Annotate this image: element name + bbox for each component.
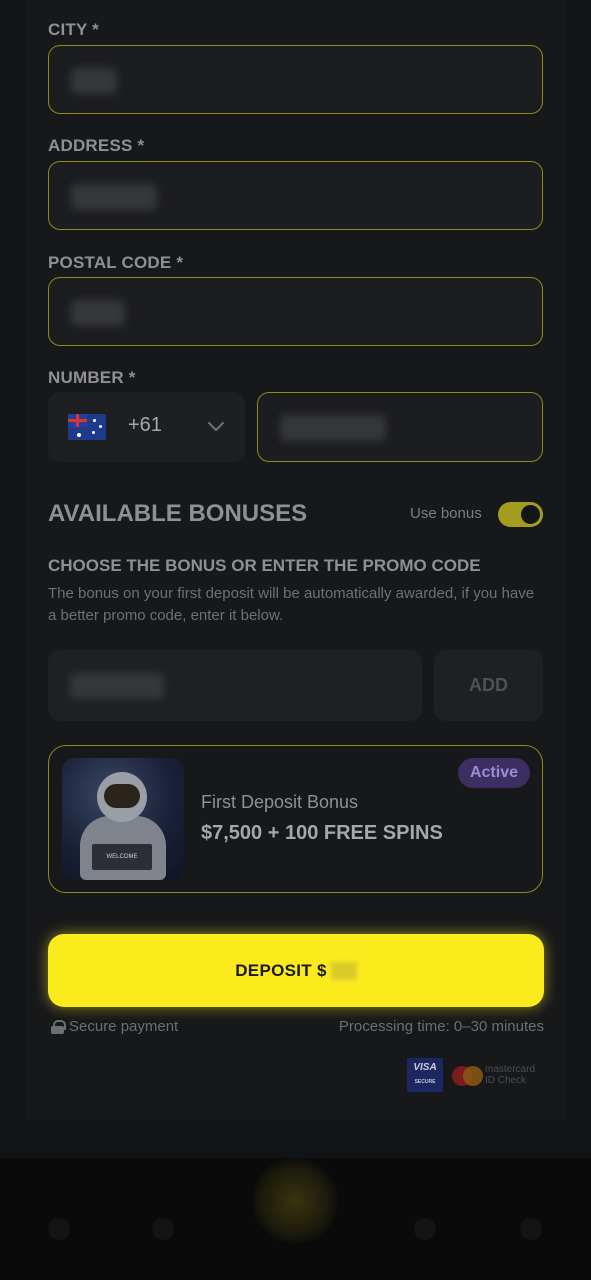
bonus-name: First Deposit Bonus	[201, 792, 359, 812]
deposit-amount-blurred	[330, 961, 357, 980]
city-value-blurred	[71, 68, 117, 94]
postal-code-input[interactable]	[48, 277, 543, 346]
use-bonus-toggle[interactable]	[498, 502, 543, 527]
city-label: CITY *	[48, 20, 99, 39]
use-bonus-label: Use bonus	[410, 505, 482, 522]
lock-icon	[51, 1019, 66, 1034]
toggle-knob	[521, 505, 540, 524]
bonus-image-sign: WELCOME	[92, 844, 152, 870]
australia-flag-icon	[68, 414, 106, 440]
add-promo-button[interactable]: ADD	[434, 650, 543, 721]
mastercard-id-check-text: mastercard ID Check	[485, 1064, 536, 1086]
processing-time: Processing time: 0–30 minutes	[338, 1018, 544, 1035]
secure-payment-label: Secure payment	[69, 1018, 179, 1035]
promo-code-value-blurred	[70, 673, 164, 699]
promo-code-input[interactable]	[48, 650, 422, 721]
chevron-down-icon	[208, 422, 224, 431]
nav-item-4[interactable]	[414, 1218, 436, 1240]
address-value-blurred	[71, 184, 157, 210]
active-badge: Active	[457, 758, 530, 788]
astronaut-bonus-image: WELCOME	[62, 758, 184, 880]
bonus-amount: $7,500 + 100 FREE SPINS	[201, 822, 443, 844]
nav-item-1[interactable]	[48, 1218, 70, 1240]
city-input[interactable]	[48, 45, 543, 114]
country-code-select[interactable]: +61	[48, 392, 245, 462]
deposit-button[interactable]: DEPOSIT $	[48, 934, 544, 1007]
phone-number-input[interactable]	[257, 392, 543, 462]
postal-code-value-blurred	[71, 300, 125, 326]
nav-item-2[interactable]	[152, 1218, 174, 1240]
available-bonuses-heading: AVAILABLE BONUSES	[48, 500, 308, 527]
choose-bonus-heading: CHOOSE THE BONUS OR ENTER THE PROMO CODE	[48, 556, 481, 575]
address-input[interactable]	[48, 161, 543, 230]
nav-item-5[interactable]	[520, 1218, 542, 1240]
number-label: NUMBER *	[48, 368, 136, 387]
center-nav-button[interactable]	[252, 1158, 338, 1244]
country-code-value: +61	[128, 414, 162, 436]
postal-code-label: POSTAL CODE *	[48, 253, 184, 272]
deposit-button-label: DEPOSIT $	[235, 960, 327, 980]
bonus-description: The bonus on your first deposit will be …	[48, 585, 535, 624]
secure-payment: Secure payment	[51, 1018, 178, 1035]
visa-secure-logo: VISA SECURE	[407, 1058, 443, 1092]
phone-number-value-blurred	[280, 415, 386, 441]
bonus-card[interactable]: WELCOME Active First Deposit Bonus $7,50…	[48, 745, 543, 893]
address-label: ADDRESS *	[48, 136, 145, 155]
